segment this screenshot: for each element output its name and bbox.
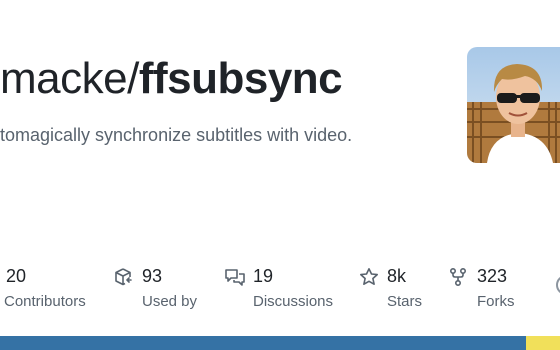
language-bar xyxy=(0,336,560,350)
repo-description: tomagically synchronize subtitles with v… xyxy=(0,125,353,145)
stat-contributors-label: Contributors xyxy=(4,293,86,310)
stat-contributors-value: 20 xyxy=(6,266,27,286)
language-bar-segment-other xyxy=(526,336,560,350)
star-icon xyxy=(360,268,378,285)
stat-discussions-label: Discussions xyxy=(253,293,334,310)
edge-icon-partial[interactable] xyxy=(556,275,560,295)
discussions-icon xyxy=(225,269,245,286)
stat-stars-value: 8k xyxy=(387,266,407,286)
fork-icon xyxy=(449,267,467,287)
package-dependents-icon xyxy=(115,268,132,286)
language-bar-segment-python xyxy=(0,336,527,350)
stat-used-by-label: Used by xyxy=(142,293,198,310)
owner-avatar[interactable] xyxy=(467,47,560,163)
stat-discussions-value: 19 xyxy=(253,266,274,286)
stat-used-by-value: 93 xyxy=(142,266,163,286)
repo-title[interactable]: macke/ffsubsync xyxy=(0,52,343,106)
stat-stars-label: Stars xyxy=(387,293,423,310)
repo-name[interactable]: ffsubsync xyxy=(139,54,343,103)
avatar-photo xyxy=(467,47,560,163)
stat-forks-value: 323 xyxy=(477,266,508,286)
repo-owner[interactable]: macke/ xyxy=(0,54,139,103)
stat-forks-label: Forks xyxy=(477,293,515,310)
